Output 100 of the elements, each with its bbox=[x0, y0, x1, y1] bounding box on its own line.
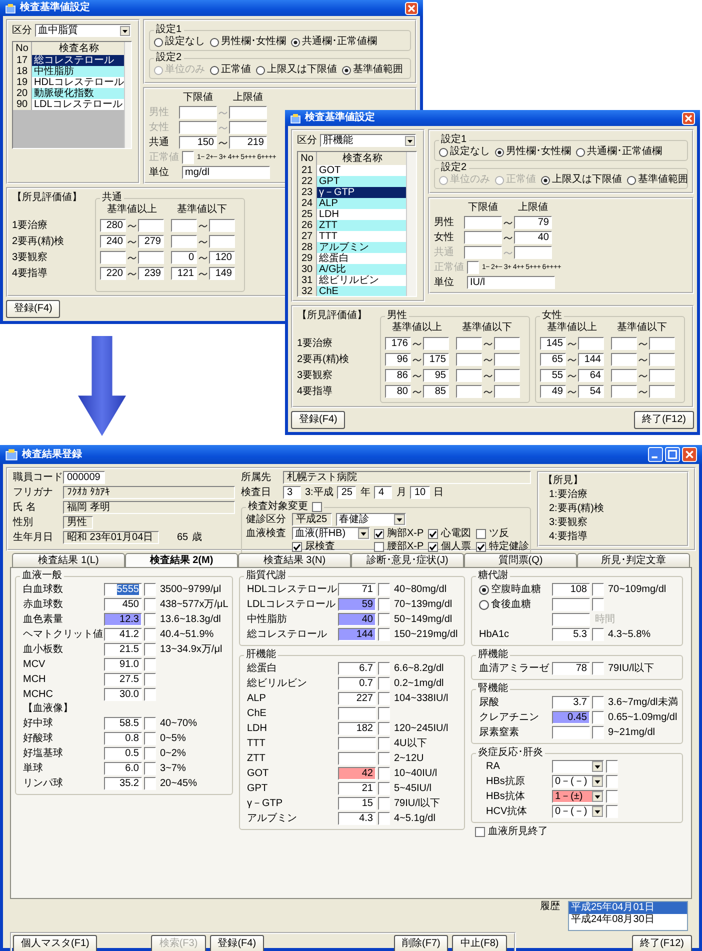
flag-field[interactable] bbox=[144, 732, 156, 745]
era-field[interactable]: 3 bbox=[283, 486, 301, 499]
value-field[interactable] bbox=[611, 337, 637, 350]
function-button[interactable]: 登録(F4) bbox=[210, 935, 264, 951]
list-item[interactable]: HDLコレステロール bbox=[32, 77, 124, 88]
value-field[interactable] bbox=[552, 598, 590, 611]
flag-field[interactable] bbox=[606, 790, 618, 803]
category-dropdown[interactable]: 血中脂質 bbox=[35, 24, 131, 37]
flag-field[interactable] bbox=[378, 692, 390, 705]
value-field[interactable]: 279 bbox=[138, 235, 164, 248]
value-field[interactable] bbox=[338, 707, 376, 720]
text-field[interactable]: 札幌テスト病院 bbox=[283, 471, 531, 484]
flag-field[interactable] bbox=[378, 737, 390, 750]
value-field[interactable]: 144 bbox=[338, 628, 376, 641]
value-field[interactable]: 71 bbox=[338, 583, 376, 596]
value-field[interactable]: 108 bbox=[552, 583, 590, 596]
value-field[interactable] bbox=[100, 251, 126, 264]
value-field[interactable] bbox=[423, 337, 449, 350]
result-dropdown[interactable]: 1－(±) bbox=[552, 790, 604, 803]
value-field[interactable]: 239 bbox=[138, 267, 164, 280]
radio-button[interactable]: 基準値範囲 bbox=[627, 174, 688, 186]
result-dropdown[interactable]: 0－(－) bbox=[552, 775, 604, 788]
close-icon[interactable] bbox=[405, 2, 418, 14]
value-field[interactable] bbox=[611, 369, 637, 382]
upper-limit-field[interactable] bbox=[229, 121, 267, 134]
value-field[interactable]: 0 bbox=[171, 251, 197, 264]
radio-button[interactable]: 空腹時血糖 bbox=[476, 584, 550, 596]
lower-limit-field[interactable]: 150 bbox=[179, 136, 217, 149]
hours-field[interactable] bbox=[552, 613, 590, 626]
close-icon[interactable] bbox=[682, 112, 695, 124]
flag-field[interactable] bbox=[144, 643, 156, 656]
value-field[interactable]: 49 bbox=[540, 385, 566, 398]
value-field[interactable] bbox=[456, 353, 482, 366]
flag-field[interactable] bbox=[144, 688, 156, 701]
value-field[interactable]: 3.7 bbox=[552, 696, 590, 709]
value-field[interactable]: 450 bbox=[104, 598, 142, 611]
function-button[interactable]: 中止(F8) bbox=[452, 935, 507, 951]
window-button[interactable]: 登録(F4) bbox=[6, 300, 60, 318]
list-item[interactable]: アルブミン bbox=[317, 242, 406, 253]
tab[interactable]: 所見･判定文章 bbox=[577, 553, 690, 567]
lower-limit-field[interactable] bbox=[179, 106, 217, 119]
value-field[interactable]: 86 bbox=[385, 369, 411, 382]
value-field[interactable] bbox=[456, 369, 482, 382]
flag-field[interactable] bbox=[378, 752, 390, 765]
close-icon[interactable] bbox=[682, 447, 697, 462]
value-field[interactable]: 175 bbox=[423, 353, 449, 366]
list-item[interactable]: GOT bbox=[317, 165, 406, 176]
value-field[interactable] bbox=[138, 251, 164, 264]
tab[interactable]: 質問票(Q) bbox=[464, 553, 577, 567]
checkbox-icon[interactable] bbox=[312, 502, 322, 512]
value-field[interactable]: 78 bbox=[552, 662, 590, 675]
tab[interactable]: 検査結果 2(M) bbox=[125, 553, 238, 567]
value-field[interactable]: 85 bbox=[423, 385, 449, 398]
text-field[interactable]: 平成25 bbox=[292, 513, 332, 526]
value-field[interactable]: 121 bbox=[171, 267, 197, 280]
value-field[interactable] bbox=[649, 353, 675, 366]
value-field[interactable]: 96 bbox=[385, 353, 411, 366]
window-button[interactable]: 終了(F12) bbox=[634, 411, 694, 429]
list-item[interactable]: GPT bbox=[317, 176, 406, 187]
day-field[interactable]: 10 bbox=[410, 486, 430, 499]
value-field[interactable] bbox=[494, 353, 520, 366]
checkbox[interactable]: 心電図 bbox=[428, 528, 476, 540]
value-field[interactable] bbox=[456, 337, 482, 350]
flag-field[interactable] bbox=[592, 598, 604, 611]
checkup-type-dropdown[interactable]: 春健診 bbox=[336, 513, 406, 526]
text-field[interactable]: 000009 bbox=[63, 471, 105, 484]
value-field[interactable]: 42 bbox=[338, 767, 376, 780]
value-field[interactable] bbox=[338, 752, 376, 765]
radio-button[interactable]: 共通欄･正常値欄 bbox=[291, 36, 377, 48]
value-field[interactable] bbox=[578, 337, 604, 350]
upper-limit-field[interactable]: 40 bbox=[514, 231, 552, 244]
value-field[interactable] bbox=[611, 385, 637, 398]
flag-field[interactable] bbox=[144, 658, 156, 671]
value-field[interactable]: 0.7 bbox=[338, 677, 376, 690]
flag-field[interactable] bbox=[592, 696, 604, 709]
value-field[interactable] bbox=[649, 337, 675, 350]
flag-field[interactable] bbox=[144, 598, 156, 611]
normal-value-field[interactable] bbox=[467, 261, 479, 274]
text-field[interactable]: 男性 bbox=[63, 516, 93, 529]
list-item[interactable]: 総コレステロール bbox=[32, 55, 124, 66]
value-field[interactable]: 59 bbox=[338, 598, 376, 611]
checkbox[interactable]: 胸部X-P bbox=[374, 528, 428, 540]
list-item[interactable]: ChE bbox=[317, 286, 406, 296]
flag-field[interactable] bbox=[606, 775, 618, 788]
list-item[interactable]: LDLコレステロール bbox=[32, 99, 124, 110]
value-field[interactable]: 55 bbox=[540, 369, 566, 382]
function-button[interactable]: 個人マスタ(F1) bbox=[13, 935, 98, 951]
value-field[interactable]: 227 bbox=[338, 692, 376, 705]
radio-button[interactable]: 基準値範囲 bbox=[342, 64, 403, 76]
maximize-icon[interactable] bbox=[665, 447, 680, 462]
scrollbar[interactable] bbox=[124, 42, 131, 148]
text-field[interactable]: 福岡 孝明 bbox=[63, 501, 235, 514]
value-field[interactable]: 220 bbox=[100, 267, 126, 280]
scrollbar[interactable] bbox=[406, 152, 416, 296]
text-field[interactable]: ﾌｸｵｶ ﾀｶｱｷ bbox=[63, 486, 235, 499]
value-field[interactable]: 0.45 bbox=[552, 711, 590, 724]
value-field[interactable] bbox=[552, 726, 590, 739]
value-field[interactable]: 6.0 bbox=[104, 762, 142, 775]
value-field[interactable]: 176 bbox=[385, 337, 411, 350]
flag-field[interactable] bbox=[378, 628, 390, 641]
